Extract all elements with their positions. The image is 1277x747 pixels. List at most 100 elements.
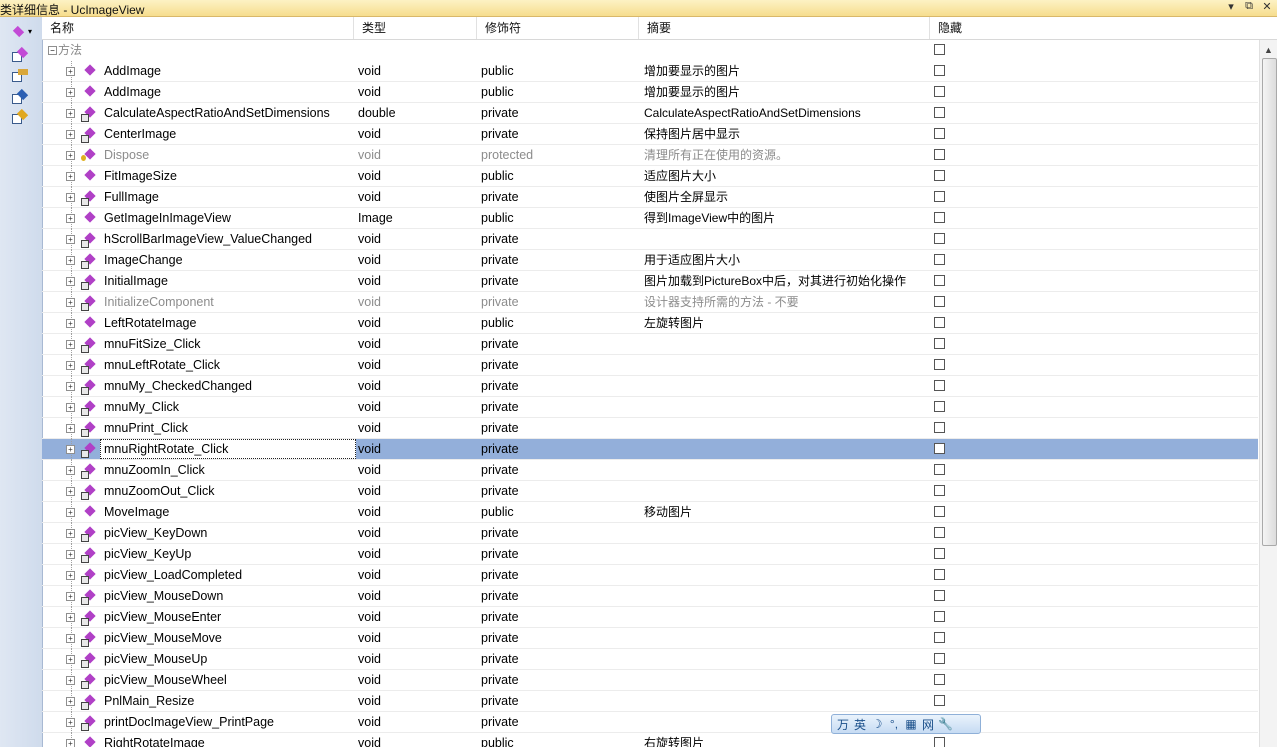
- hidden-checkbox[interactable]: [934, 44, 945, 55]
- member-row[interactable]: + CalculateAspectRatioAndSetDimensions dou…: [42, 103, 1258, 124]
- member-summary[interactable]: 左旋转图片: [644, 313, 929, 333]
- expand-icon[interactable]: +: [66, 550, 75, 559]
- member-summary[interactable]: [644, 586, 929, 606]
- member-type[interactable]: void: [358, 82, 473, 102]
- member-summary[interactable]: [644, 229, 929, 249]
- member-modifier[interactable]: private: [481, 292, 631, 312]
- member-name[interactable]: CenterImage: [104, 124, 354, 144]
- member-name[interactable]: Dispose: [104, 145, 354, 165]
- hidden-checkbox[interactable]: [934, 674, 945, 685]
- member-name[interactable]: RightRotateImage: [104, 733, 354, 747]
- member-type[interactable]: void: [358, 439, 473, 459]
- member-row[interactable]: + GetImageInImageView Image public 得到ImageVi…: [42, 208, 1258, 229]
- member-type[interactable]: void: [358, 397, 473, 417]
- member-modifier[interactable]: private: [481, 103, 631, 123]
- expand-icon[interactable]: +: [66, 718, 75, 727]
- member-modifier[interactable]: private: [481, 250, 631, 270]
- expand-icon[interactable]: +: [66, 571, 75, 580]
- member-modifier[interactable]: public: [481, 502, 631, 522]
- member-name[interactable]: InitialImage: [104, 271, 354, 291]
- expand-icon[interactable]: +: [66, 508, 75, 517]
- member-summary[interactable]: 增加要显示的图片: [644, 82, 929, 102]
- member-summary[interactable]: [644, 418, 929, 438]
- expand-icon[interactable]: +: [66, 424, 75, 433]
- collapse-icon[interactable]: −: [48, 46, 57, 55]
- hidden-checkbox[interactable]: [934, 170, 945, 181]
- member-modifier[interactable]: private: [481, 607, 631, 627]
- member-summary[interactable]: 适应图片大小: [644, 166, 929, 186]
- member-modifier[interactable]: private: [481, 712, 631, 732]
- member-type[interactable]: void: [358, 313, 473, 333]
- add-field-button[interactable]: [10, 88, 29, 107]
- member-name[interactable]: picView_MouseEnter: [104, 607, 354, 627]
- punctuation-toggle[interactable]: °,: [887, 717, 901, 731]
- add-property-button[interactable]: [10, 69, 28, 85]
- member-name[interactable]: picView_MouseUp: [104, 649, 354, 669]
- member-summary[interactable]: [644, 670, 929, 690]
- member-type[interactable]: void: [358, 187, 473, 207]
- member-row[interactable]: + picView_KeyUp void private: [42, 544, 1258, 565]
- column-type[interactable]: 类型: [354, 17, 477, 39]
- member-summary[interactable]: [644, 334, 929, 354]
- member-summary[interactable]: [644, 523, 929, 543]
- member-type[interactable]: void: [358, 733, 473, 747]
- hidden-checkbox[interactable]: [934, 212, 945, 223]
- expand-icon[interactable]: +: [66, 697, 75, 706]
- column-hidden[interactable]: 隐藏: [930, 17, 1277, 39]
- dropdown-icon[interactable]: ▾: [1225, 0, 1237, 13]
- member-modifier[interactable]: private: [481, 670, 631, 690]
- member-modifier[interactable]: private: [481, 376, 631, 396]
- member-type[interactable]: void: [358, 418, 473, 438]
- member-summary[interactable]: 得到ImageView中的图片: [644, 208, 929, 228]
- member-summary[interactable]: [644, 376, 929, 396]
- member-name[interactable]: mnuZoomOut_Click: [104, 481, 354, 501]
- member-summary[interactable]: [644, 565, 929, 585]
- hidden-checkbox[interactable]: [934, 506, 945, 517]
- member-summary[interactable]: 图片加载到PictureBox中后，对其进行初始化操作: [644, 271, 929, 291]
- hidden-checkbox[interactable]: [934, 359, 945, 370]
- member-row[interactable]: + CenterImage void private 保持图片居中显示: [42, 124, 1258, 145]
- close-icon[interactable]: ✕: [1261, 0, 1273, 13]
- hidden-checkbox[interactable]: [934, 653, 945, 664]
- member-modifier[interactable]: private: [481, 691, 631, 711]
- scroll-thumb[interactable]: [1262, 58, 1277, 546]
- hidden-checkbox[interactable]: [934, 128, 945, 139]
- member-modifier[interactable]: private: [481, 481, 631, 501]
- moon-icon[interactable]: ☽: [870, 717, 884, 731]
- member-row[interactable]: + mnuMy_CheckedChanged void private: [42, 376, 1258, 397]
- member-modifier[interactable]: private: [481, 397, 631, 417]
- member-modifier[interactable]: private: [481, 544, 631, 564]
- hidden-checkbox[interactable]: [934, 86, 945, 97]
- member-type[interactable]: void: [358, 250, 473, 270]
- member-type[interactable]: void: [358, 145, 473, 165]
- member-modifier[interactable]: private: [481, 187, 631, 207]
- member-summary[interactable]: [644, 628, 929, 648]
- member-modifier[interactable]: private: [481, 439, 631, 459]
- hidden-checkbox[interactable]: [934, 149, 945, 160]
- member-row[interactable]: + picView_LoadCompleted void private: [42, 565, 1258, 586]
- member-name[interactable]: LeftRotateImage: [104, 313, 354, 333]
- member-row[interactable]: + hScrollBarImageView_ValueChanged void pri…: [42, 229, 1258, 250]
- hidden-checkbox[interactable]: [934, 590, 945, 601]
- hidden-checkbox[interactable]: [934, 695, 945, 706]
- member-row[interactable]: + AddImage void public 增加要显示的图片: [42, 61, 1258, 82]
- member-row[interactable]: + picView_MouseUp void private: [42, 649, 1258, 670]
- hidden-checkbox[interactable]: [934, 527, 945, 538]
- member-modifier[interactable]: protected: [481, 145, 631, 165]
- member-type[interactable]: void: [358, 523, 473, 543]
- member-modifier[interactable]: private: [481, 124, 631, 144]
- expand-icon[interactable]: +: [66, 67, 75, 76]
- member-type[interactable]: void: [358, 586, 473, 606]
- expand-icon[interactable]: +: [66, 172, 75, 181]
- member-name[interactable]: AddImage: [104, 82, 354, 102]
- member-name[interactable]: mnuMy_CheckedChanged: [104, 376, 354, 396]
- member-name[interactable]: mnuZoomIn_Click: [104, 460, 354, 480]
- member-name[interactable]: CalculateAspectRatioAndSetDimensions: [104, 103, 354, 123]
- member-row[interactable]: + LeftRotateImage void public 左旋转图片: [42, 313, 1258, 334]
- member-row[interactable]: + AddImage void public 增加要显示的图片: [42, 82, 1258, 103]
- hidden-checkbox[interactable]: [934, 422, 945, 433]
- member-row[interactable]: + picView_MouseEnter void private: [42, 607, 1258, 628]
- member-name[interactable]: mnuRightRotate_Click: [100, 439, 356, 459]
- hidden-checkbox[interactable]: [934, 65, 945, 76]
- member-modifier[interactable]: private: [481, 586, 631, 606]
